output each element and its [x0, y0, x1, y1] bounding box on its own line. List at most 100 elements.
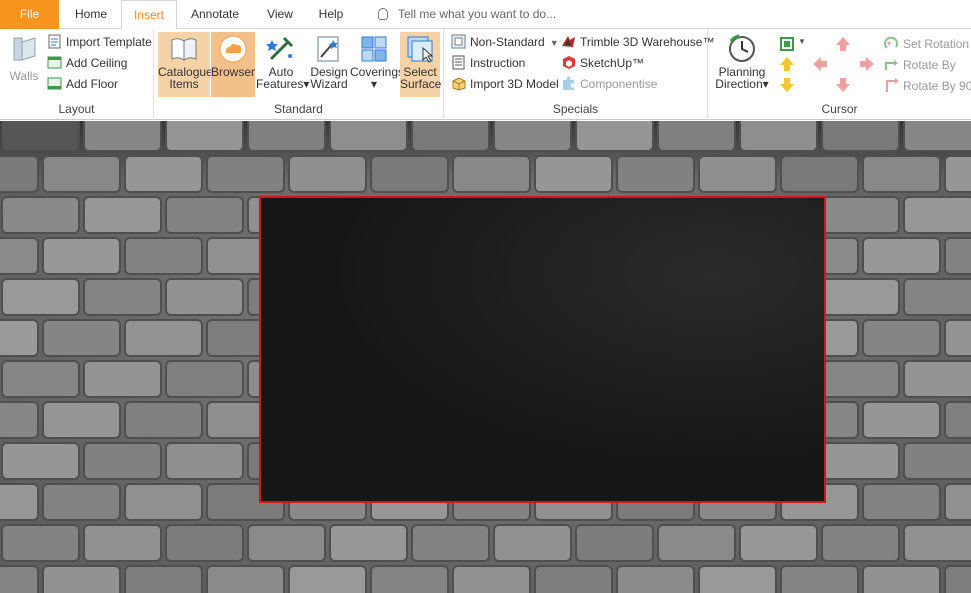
instruction-button[interactable]: Instruction	[451, 53, 525, 73]
brick	[657, 121, 736, 152]
browser-button[interactable]: Browser	[211, 32, 255, 97]
import-template-icon	[48, 34, 61, 49]
brick	[1, 196, 80, 234]
rotate-by-90-label: Rotate By 90°	[903, 79, 971, 93]
move-frame-dropdown-icon[interactable]: ▼	[798, 37, 806, 46]
import-template-button[interactable]: Import Template	[47, 32, 152, 52]
rotate-by-label: Rotate By	[903, 58, 956, 72]
brick	[821, 121, 900, 152]
tab-annotate[interactable]: Annotate	[180, 0, 250, 29]
brick	[944, 401, 971, 439]
design-wizard-button[interactable]: Design Wizard	[307, 32, 351, 97]
brick	[862, 565, 941, 593]
brick	[1, 524, 80, 562]
arrow-up-yellow-icon[interactable]	[778, 55, 796, 73]
brick	[698, 155, 777, 193]
brick	[329, 524, 408, 562]
sketchup-label: SketchUp™	[580, 56, 645, 70]
add-ceiling-icon	[47, 56, 62, 69]
3d-viewport[interactable]	[0, 121, 971, 593]
walls-icon	[13, 37, 36, 61]
brick	[944, 565, 971, 593]
set-rotation-label: Set Rotation	[903, 37, 970, 51]
brick	[0, 319, 39, 357]
auto-features-icon	[266, 36, 294, 61]
brick	[165, 524, 244, 562]
brick	[42, 401, 121, 439]
brick	[124, 237, 203, 275]
add-floor-label: Add Floor	[66, 77, 119, 91]
trimble-warehouse-button[interactable]: Trimble 3D Warehouse™	[561, 32, 714, 52]
brick	[247, 524, 326, 562]
brick	[0, 483, 39, 521]
add-ceiling-button[interactable]: Add Ceiling	[47, 53, 127, 73]
rotate-by-icon	[885, 60, 898, 70]
non-standard-button[interactable]: Non-Standard ▼	[451, 32, 559, 52]
arrow-down-icon[interactable]	[834, 76, 852, 94]
tab-file[interactable]: File	[0, 0, 59, 29]
design-wizard-icon	[317, 36, 339, 62]
brick	[452, 565, 531, 593]
brick	[83, 442, 162, 480]
cloud-icon	[219, 35, 247, 63]
brick	[862, 237, 941, 275]
arrow-right-icon[interactable]	[858, 55, 876, 73]
brick	[42, 319, 121, 357]
tell-me-text: Tell me what you want to do...	[398, 7, 557, 21]
tab-help[interactable]: Help	[308, 0, 354, 29]
rotate-by-button[interactable]: Rotate By	[884, 55, 956, 75]
brick	[83, 196, 162, 234]
brick	[124, 155, 203, 193]
brick	[411, 524, 490, 562]
non-standard-dropdown-icon: ▼	[549, 38, 559, 48]
move-frame-icon[interactable]	[778, 35, 796, 53]
rotate-by-90-icon	[886, 78, 899, 92]
sketchup-button[interactable]: SketchUp™	[561, 53, 644, 73]
puzzle-icon	[563, 76, 574, 90]
brick	[0, 565, 39, 593]
select-surface-button[interactable]: Select Surface	[400, 32, 441, 97]
tab-home[interactable]: Home	[62, 0, 120, 29]
tab-insert[interactable]: Insert	[121, 0, 177, 30]
trimble-warehouse-icon	[562, 36, 575, 47]
componentise-button[interactable]: Componentise	[561, 74, 657, 94]
import-3d-model-icon	[452, 77, 466, 91]
add-floor-button[interactable]: Add Floor	[47, 74, 118, 94]
coverings-icon	[361, 36, 387, 62]
brick	[452, 155, 531, 193]
brick	[83, 360, 162, 398]
tab-view[interactable]: View	[258, 0, 302, 29]
walls-button[interactable]: Walls	[6, 32, 42, 97]
catalogue-items-button[interactable]: Catalogue Items	[158, 32, 213, 97]
brick	[42, 237, 121, 275]
trimble-warehouse-label: Trimble 3D Warehouse™	[580, 35, 715, 49]
auto-features-button[interactable]: Auto Features▾	[256, 32, 309, 97]
brick	[124, 565, 203, 593]
brick	[575, 524, 654, 562]
ribbon: Walls Import Template Add Ceiling Add Fl…	[0, 29, 971, 120]
brick	[411, 121, 490, 152]
arrow-left-icon[interactable]	[811, 55, 829, 73]
sketchup-icon	[563, 56, 575, 69]
rotate-by-90-button[interactable]: Rotate By 90°	[884, 76, 971, 96]
brick	[739, 524, 818, 562]
planning-direction-button[interactable]: Planning Direction▾	[712, 32, 772, 97]
planning-direction-icon	[729, 34, 755, 62]
select-surface-icon	[407, 36, 434, 63]
brick	[575, 121, 654, 152]
coverings-button[interactable]: Coverings ▾	[350, 32, 404, 97]
brick	[165, 442, 244, 480]
brick	[83, 121, 162, 152]
import-3d-model-button[interactable]: Import 3D Model	[451, 74, 559, 94]
brick	[165, 278, 244, 316]
arrow-up-icon[interactable]	[834, 35, 852, 53]
brick	[288, 155, 367, 193]
brick	[206, 155, 285, 193]
import-3d-model-label: Import 3D Model	[470, 77, 559, 91]
brick	[862, 401, 941, 439]
arrow-down-yellow-icon[interactable]	[778, 76, 796, 94]
selected-tv-screen[interactable]	[259, 196, 826, 503]
tell-me-search[interactable]: Tell me what you want to do...	[378, 0, 556, 29]
brick	[1, 121, 80, 152]
set-rotation-button[interactable]: Set Rotation	[884, 34, 969, 54]
